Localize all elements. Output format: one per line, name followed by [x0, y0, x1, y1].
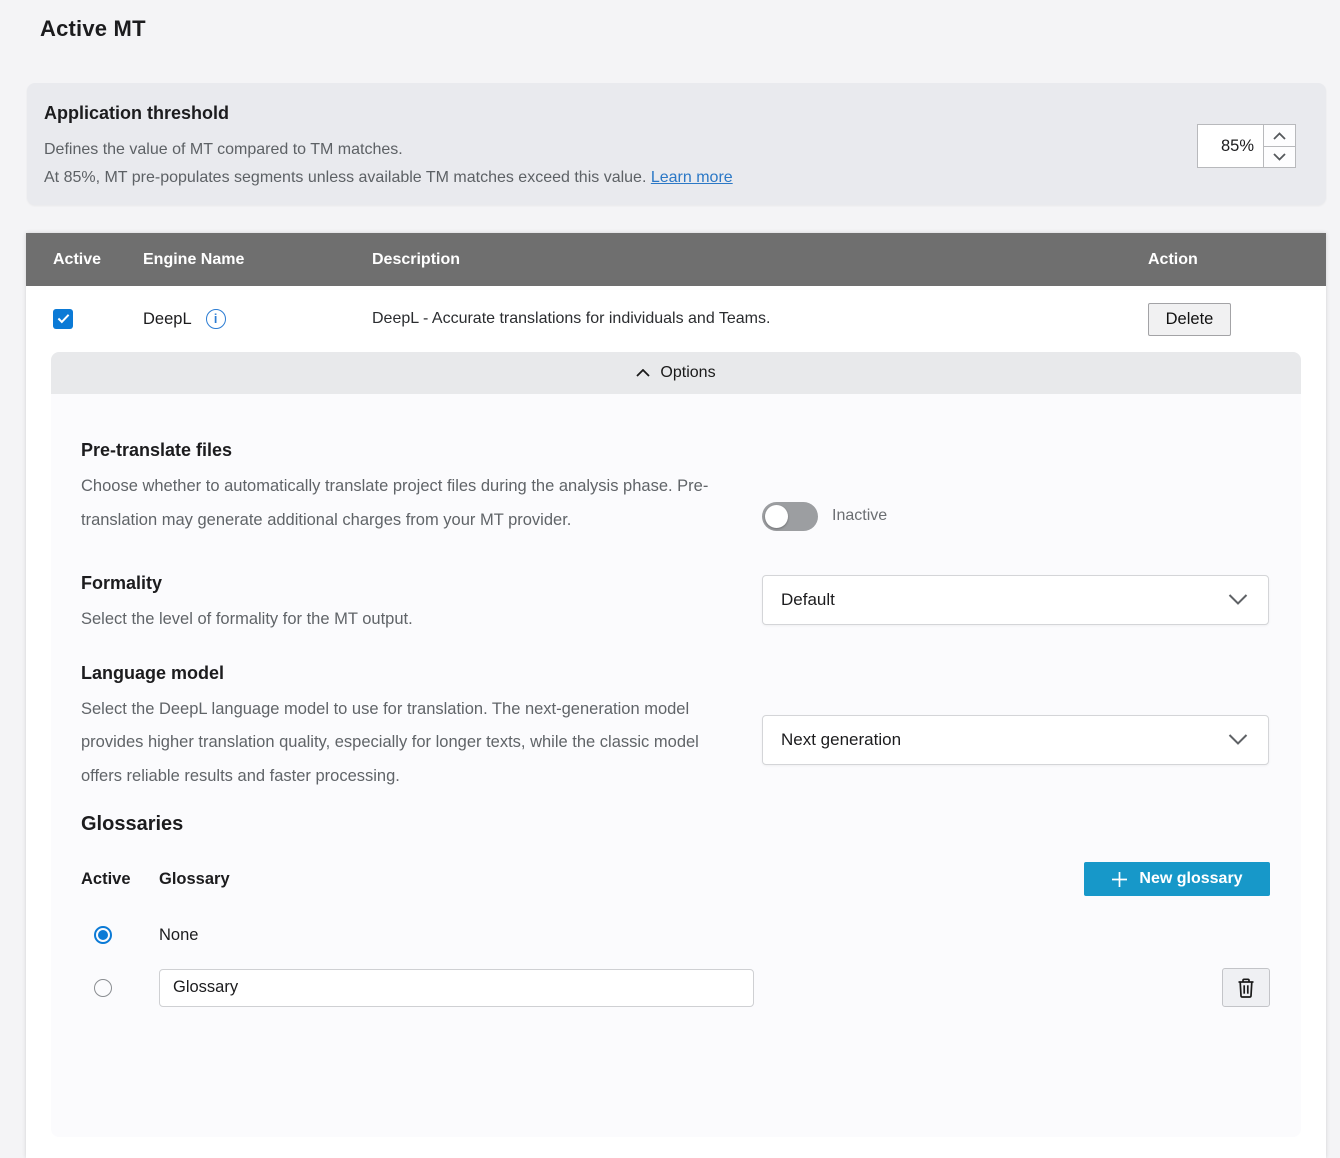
glossaries-title: Glossaries — [81, 813, 1270, 836]
glossary-custom-radio[interactable] — [94, 979, 112, 997]
glossary-row-custom — [81, 968, 1270, 1007]
plus-icon — [1111, 871, 1128, 888]
glossary-radio-cell — [81, 926, 159, 944]
table-row: DeepL i DeepL - Accurate translations fo… — [26, 286, 1326, 352]
options-label: Options — [660, 364, 715, 382]
formality-description: Select the level of formality for the MT… — [81, 603, 726, 637]
action-cell: Delete — [1121, 303, 1326, 336]
radio-dot — [98, 930, 108, 940]
glossary-none-radio[interactable] — [94, 926, 112, 944]
glossary-active-header: Active — [81, 870, 159, 889]
language-model-selected-value: Next generation — [781, 730, 901, 750]
delete-engine-button[interactable]: Delete — [1148, 303, 1231, 336]
formality-selected-value: Default — [781, 590, 835, 610]
language-model-text: Language model Select the DeepL language… — [81, 663, 762, 794]
glossary-row-none: None — [81, 924, 1270, 946]
engine-table-header: Active Engine Name Description Action — [26, 233, 1326, 286]
trash-icon — [1236, 977, 1256, 999]
header-engine-name: Engine Name — [116, 251, 345, 269]
check-icon — [57, 310, 70, 329]
chevron-down-icon — [1228, 590, 1248, 610]
language-model-description: Select the DeepL language model to use f… — [81, 693, 726, 794]
chevron-up-icon — [636, 364, 650, 382]
threshold-spinner — [1197, 124, 1296, 168]
formality-title: Formality — [81, 573, 762, 594]
chevron-down-icon — [1273, 149, 1286, 164]
glossaries-section: Glossaries Active Glossary New glossary … — [81, 813, 1270, 1007]
delete-glossary-button[interactable] — [1222, 968, 1270, 1007]
pre-translate-section: Pre-translate files Choose whether to au… — [81, 440, 1270, 537]
threshold-description-line1: Defines the value of MT compared to TM m… — [44, 136, 1326, 164]
new-glossary-label: New glossary — [1139, 870, 1242, 888]
glossary-radio-cell — [81, 979, 159, 997]
options-body: Pre-translate files Choose whether to au… — [51, 394, 1301, 1137]
active-checkbox[interactable] — [53, 309, 73, 329]
language-model-title: Language model — [81, 663, 762, 684]
formality-text: Formality Select the level of formality … — [81, 573, 762, 637]
spinner-buttons — [1263, 124, 1296, 168]
info-icon[interactable]: i — [206, 309, 226, 329]
engine-name-cell: DeepL i — [116, 309, 345, 329]
options-collapse-bar[interactable]: Options — [51, 352, 1301, 394]
glossary-name-header: Glossary — [159, 870, 230, 889]
header-action: Action — [1121, 251, 1326, 269]
page-title: Active MT — [40, 16, 146, 42]
active-cell — [26, 309, 116, 329]
pre-translate-toggle-row: Inactive — [762, 495, 1269, 537]
header-description: Description — [345, 251, 1121, 269]
header-active: Active — [26, 251, 116, 269]
pre-translate-toggle[interactable] — [762, 502, 818, 531]
pre-translate-title: Pre-translate files — [81, 440, 762, 461]
engine-table: Active Engine Name Description Action De… — [26, 233, 1326, 1158]
learn-more-link[interactable]: Learn more — [651, 169, 733, 186]
pre-translate-description: Choose whether to automatically translat… — [81, 470, 726, 537]
glossaries-header-row: Active Glossary New glossary — [81, 862, 1270, 896]
spinner-decrement-button[interactable] — [1263, 147, 1296, 169]
chevron-up-icon — [1273, 128, 1286, 143]
application-threshold-panel: Application threshold Defines the value … — [27, 83, 1326, 205]
threshold-description-line2: At 85%, MT pre-populates segments unless… — [44, 164, 1326, 192]
language-model-select[interactable]: Next generation — [762, 715, 1269, 765]
spinner-increment-button[interactable] — [1263, 124, 1296, 147]
threshold-description-line2-text: At 85%, MT pre-populates segments unless… — [44, 169, 646, 186]
glossary-none-label: None — [159, 926, 198, 945]
options-section: Options Pre-translate files Choose wheth… — [51, 352, 1301, 1137]
language-model-section: Language model Select the DeepL language… — [81, 663, 1270, 794]
engine-name: DeepL — [143, 310, 192, 329]
threshold-title: Application threshold — [44, 103, 1326, 124]
toggle-state-label: Inactive — [832, 507, 887, 525]
formality-select[interactable]: Default — [762, 575, 1269, 625]
language-model-select-col: Next generation — [762, 663, 1269, 794]
engine-description: DeepL - Accurate translations for indivi… — [345, 310, 1121, 328]
toggle-knob — [765, 505, 788, 528]
glossary-name-input[interactable] — [159, 969, 754, 1007]
pre-translate-text: Pre-translate files Choose whether to au… — [81, 440, 762, 537]
formality-select-col: Default — [762, 573, 1269, 637]
new-glossary-button[interactable]: New glossary — [1084, 862, 1270, 896]
threshold-value-input[interactable] — [1197, 124, 1263, 168]
chevron-down-icon — [1228, 730, 1248, 750]
formality-section: Formality Select the level of formality … — [81, 573, 1270, 637]
